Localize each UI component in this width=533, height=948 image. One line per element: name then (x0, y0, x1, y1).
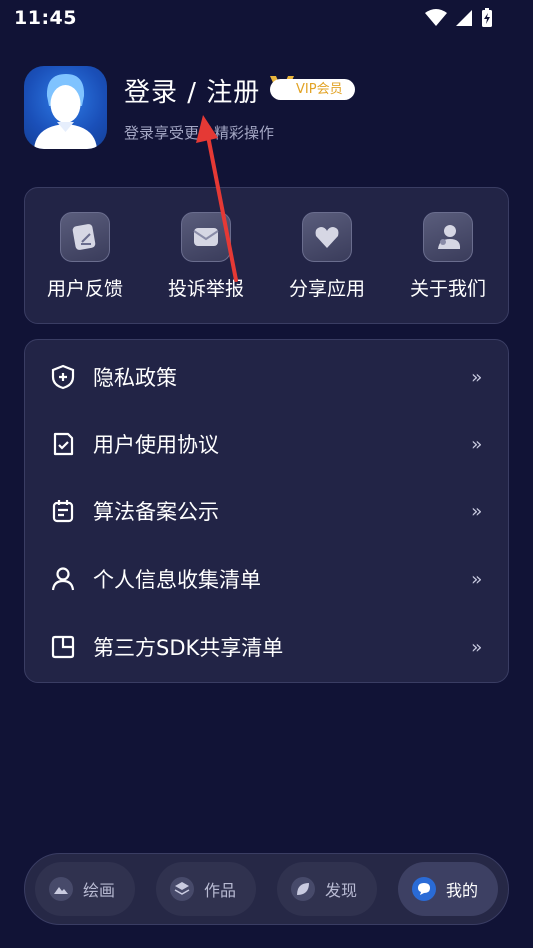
chat-bubble-icon (412, 877, 436, 901)
chevron-right-icon: » (471, 366, 482, 388)
vip-badge[interactable]: VIP会员 (270, 79, 355, 100)
nav-tab-works[interactable]: 作品 (156, 862, 256, 916)
menu-item-label: 隐私政策 (93, 366, 177, 390)
feedback-icon (60, 212, 110, 262)
quick-action-label: 用户反馈 (46, 278, 123, 300)
chevron-right-icon: » (471, 433, 482, 455)
bottom-nav: 绘画 作品 发现 我的 (24, 853, 509, 925)
quick-action-share[interactable]: 分享应用 (277, 212, 377, 301)
quick-actions-card: 用户反馈 投诉举报 分享应用 关于我们 (24, 187, 509, 324)
signal-icon (456, 10, 472, 26)
chevron-right-icon: » (471, 500, 482, 522)
annotation-arrow-icon (196, 115, 238, 282)
nav-tab-label: 绘画 (83, 881, 116, 900)
quick-action-about[interactable]: 关于我们 (398, 212, 498, 301)
menu-item-third-party-sdk[interactable]: 第三方SDK共享清单 » (25, 613, 510, 681)
pie-document-icon (49, 633, 77, 661)
nav-tab-painting[interactable]: 绘画 (35, 862, 135, 916)
calendar-list-icon (49, 497, 77, 525)
status-icons (425, 8, 493, 28)
share-heart-icon (302, 212, 352, 262)
status-bar: 11:45 (0, 0, 533, 36)
menu-item-label: 个人信息收集清单 (93, 568, 261, 592)
menu-item-personal-info-list[interactable]: 个人信息收集清单 » (25, 545, 510, 613)
user-avatar-icon (34, 74, 97, 149)
nav-tab-label: 我的 (446, 881, 479, 900)
person-icon (49, 565, 77, 593)
menu-item-label: 算法备案公示 (93, 500, 219, 524)
shield-plus-icon (49, 363, 77, 391)
layers-icon (170, 877, 194, 901)
avatar[interactable] (24, 66, 107, 149)
nav-tab-label: 发现 (325, 881, 358, 900)
nav-tab-discover[interactable]: 发现 (277, 862, 377, 916)
chevron-right-icon: » (471, 636, 482, 658)
menu-item-algorithm-filing[interactable]: 算法备案公示 » (25, 477, 510, 545)
menu-item-user-agreement[interactable]: 用户使用协议 » (25, 410, 510, 478)
nav-tab-label: 作品 (204, 881, 237, 900)
about-users-icon (423, 212, 473, 262)
menu-item-label: 第三方SDK共享清单 (93, 636, 284, 660)
document-check-icon (49, 430, 77, 458)
painting-icon (49, 877, 73, 901)
quick-action-label: 分享应用 (288, 278, 365, 300)
quick-action-label: 关于我们 (409, 278, 486, 300)
login-register-link[interactable]: 登录 / 注册 (124, 72, 260, 109)
wifi-icon (425, 9, 447, 26)
status-time: 11:45 (14, 7, 77, 29)
chevron-right-icon: » (471, 568, 482, 590)
battery-charging-icon (482, 8, 492, 27)
leaf-icon (291, 877, 315, 901)
quick-action-feedback[interactable]: 用户反馈 (35, 212, 135, 301)
nav-tab-mine[interactable]: 我的 (398, 862, 498, 916)
menu-item-label: 用户使用协议 (93, 433, 219, 457)
settings-menu-card: 隐私政策 » 用户使用协议 » 算法备案公示 » 个人信息收集清单 » 第三方S… (24, 339, 509, 683)
menu-item-privacy-policy[interactable]: 隐私政策 » (25, 343, 510, 411)
